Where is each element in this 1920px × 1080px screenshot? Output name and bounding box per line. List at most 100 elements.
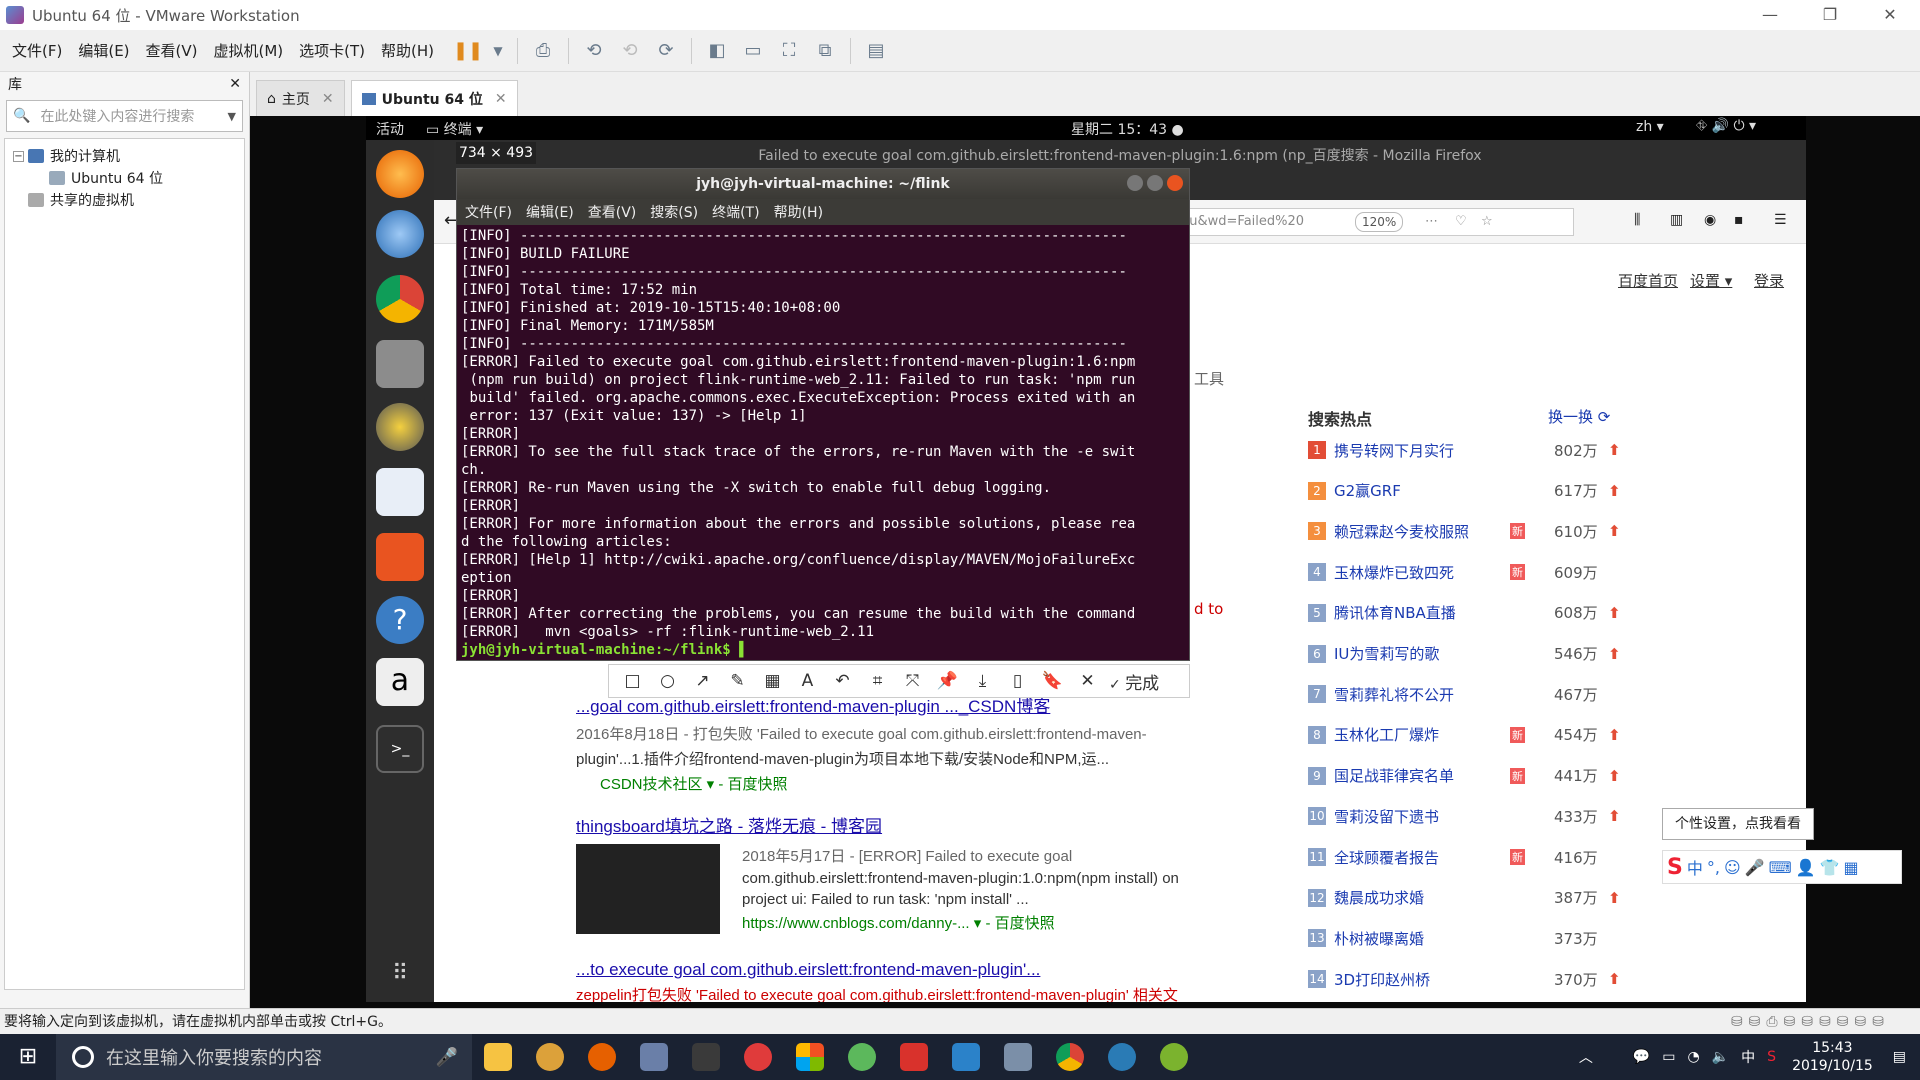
bookmark-icon[interactable]: 🔖 xyxy=(1035,671,1070,691)
language-indicator[interactable]: zh ▾ xyxy=(1636,119,1664,135)
hot-title[interactable]: IU为雪莉写的歌 xyxy=(1334,643,1504,664)
ime-indicator[interactable]: 中 xyxy=(1741,1047,1755,1067)
files-icon[interactable] xyxy=(376,340,424,388)
terminal-maximize-icon[interactable] xyxy=(1147,175,1163,191)
hamburger-menu-icon[interactable]: ☰ xyxy=(1774,212,1787,228)
hot-search-item[interactable]: 13 朴树被曝离婚 373万 xyxy=(1308,927,1618,949)
rectangle-icon[interactable]: □ xyxy=(615,671,650,691)
menu-tabs[interactable]: 选项卡(T) xyxy=(299,40,365,61)
result-1-source[interactable]: CSDN技术社区 ▾ - 百度快照 xyxy=(576,773,1196,794)
hot-title[interactable]: 携号转网下月实行 xyxy=(1334,440,1504,461)
refresh-link[interactable]: 换一换 ⟳ xyxy=(1548,406,1610,427)
tab-ubuntu-close-icon[interactable]: ✕ xyxy=(495,91,507,107)
thumbnail-view-icon[interactable]: ▭ xyxy=(740,38,766,64)
text-icon[interactable]: A xyxy=(790,671,825,691)
wifi-icon[interactable]: ◔ xyxy=(1688,1049,1700,1065)
snapshot-icon[interactable]: ⟲ xyxy=(581,38,607,64)
result-2-thumbnail[interactable] xyxy=(576,844,720,934)
baidu-home-link[interactable]: 百度首页 xyxy=(1618,270,1678,291)
menu-edit[interactable]: 编辑(E) xyxy=(78,40,129,61)
terminal-menu-file[interactable]: 文件(F) xyxy=(465,202,512,222)
arrow-icon[interactable]: ↗ xyxy=(685,671,720,691)
tab-home-close-icon[interactable]: ✕ xyxy=(322,91,334,107)
pin-icon[interactable]: 📌 xyxy=(930,671,965,691)
menu-help[interactable]: 帮助(H) xyxy=(381,40,434,61)
hot-search-item[interactable]: 3 赖冠霖赵今麦校服照新 610万 ⬆ xyxy=(1308,520,1621,542)
taskbar-app-2[interactable] xyxy=(524,1034,576,1080)
terminal-close-icon[interactable] xyxy=(1167,175,1183,191)
result-3-title[interactable]: ...to execute goal com.github.eirslett:f… xyxy=(576,960,1216,980)
pen-icon[interactable]: ✎ xyxy=(720,671,755,691)
taskbar-app-6[interactable] xyxy=(732,1034,784,1080)
taskbar-app-7[interactable] xyxy=(784,1034,836,1080)
notifications-icon[interactable]: ▤ xyxy=(1893,1049,1906,1065)
sogou-tray-icon[interactable]: S xyxy=(1767,1049,1776,1065)
hot-title[interactable]: G2赢GRF xyxy=(1334,480,1504,501)
hot-search-item[interactable]: 14 3D打印赵州桥 370万 ⬆ xyxy=(1308,968,1621,990)
punctuation-icon[interactable]: °, xyxy=(1707,858,1720,877)
chevron-up-icon[interactable]: ︿ xyxy=(1579,1047,1593,1067)
libreoffice-writer-icon[interactable] xyxy=(376,468,424,516)
terminal-output[interactable]: [INFO] ---------------------------------… xyxy=(457,225,1189,660)
url-bar[interactable]: du&wd=Failed%20 120% ⋯ ♡ ☆ xyxy=(1174,208,1574,236)
send-ctrl-alt-del-icon[interactable]: ⎙ xyxy=(530,38,556,64)
chevron-down-icon[interactable]: ▼ xyxy=(228,110,236,123)
undo-icon[interactable]: ↶ xyxy=(825,671,860,691)
hot-title[interactable]: 全球顾覆者报告 xyxy=(1334,847,1504,868)
hot-search-item[interactable]: 6 IU为雪莉写的歌 546万 ⬆ xyxy=(1308,643,1621,665)
pause-icon[interactable]: ❚❚ xyxy=(453,38,483,64)
snapshot-manager-icon[interactable]: ⟳ xyxy=(653,38,679,64)
hot-title[interactable]: 魏晨成功求婚 xyxy=(1334,887,1504,908)
volume-icon[interactable]: 🔈 xyxy=(1712,1049,1729,1065)
user-icon[interactable]: 👤 xyxy=(1796,858,1816,877)
wechat-tray-icon[interactable]: 💬 xyxy=(1633,1049,1650,1065)
hot-title[interactable]: 雪莉没留下遗书 xyxy=(1334,806,1504,827)
taskbar-explorer[interactable] xyxy=(472,1034,524,1080)
fullscreen-icon[interactable]: ⛶ xyxy=(776,38,802,64)
hot-title[interactable]: 玉林化工厂爆炸 xyxy=(1334,724,1504,745)
bookmark-star-icon[interactable]: ☆ xyxy=(1481,209,1493,235)
hot-search-item[interactable]: 4 玉林爆炸已致四死新 609万 xyxy=(1308,561,1618,583)
chevron-down-icon[interactable]: ▼ xyxy=(491,38,505,64)
terminal-menu-terminal[interactable]: 终端(T) xyxy=(712,202,759,222)
tree-item-my-computer[interactable]: − 我的计算机 xyxy=(13,145,236,167)
tab-home[interactable]: ⌂ 主页 ✕ xyxy=(256,80,345,116)
taskbar-firefox[interactable] xyxy=(576,1034,628,1080)
library-view-icon[interactable]: ◧ xyxy=(704,38,730,64)
hot-title[interactable]: 3D打印赵州桥 xyxy=(1334,969,1504,990)
mosaic-icon[interactable]: ▦ xyxy=(755,671,790,691)
hot-title[interactable]: 玉林爆炸已致四死 xyxy=(1334,562,1504,583)
hot-title[interactable]: 腾讯体育NBA直播 xyxy=(1334,602,1504,623)
baidu-settings-link[interactable]: 设置 ▾ xyxy=(1690,270,1732,291)
sogou-logo-icon[interactable]: S xyxy=(1667,855,1683,880)
taskbar-app-10[interactable] xyxy=(940,1034,992,1080)
tab-ubuntu[interactable]: Ubuntu 64 位 ✕ xyxy=(350,80,518,116)
amazon-icon[interactable]: a xyxy=(376,658,424,706)
library-icon[interactable]: ⫼ xyxy=(1634,212,1640,228)
start-button[interactable]: ⊞ xyxy=(0,1034,56,1080)
hot-search-item[interactable]: 7 雪莉葬礼将不公开 467万 xyxy=(1308,683,1618,705)
account-icon[interactable]: ◉ xyxy=(1704,212,1716,228)
page-actions-icon[interactable]: ⋯ xyxy=(1425,209,1438,235)
terminal-icon[interactable]: >_ xyxy=(376,725,424,773)
revert-snapshot-icon[interactable]: ⟲ xyxy=(617,38,643,64)
terminal-prompt[interactable]: jyh@jyh-virtual-machine:~/flink$ ▌ xyxy=(461,642,748,658)
taskbar-app-4[interactable] xyxy=(628,1034,680,1080)
result-2-source[interactable]: https://www.cnblogs.com/danny-... ▾ - 百度… xyxy=(742,912,1216,933)
hot-search-item[interactable]: 10 雪莉没留下遗书 433万 ⬆ xyxy=(1308,805,1621,827)
maximize-button[interactable]: ❐ xyxy=(1800,0,1860,30)
taskbar-vim[interactable] xyxy=(680,1034,732,1080)
voice-icon[interactable]: 🎤 xyxy=(1745,858,1765,877)
cancel-icon[interactable]: ✕ xyxy=(1070,671,1105,691)
hot-search-item[interactable]: 12 魏晨成功求婚 387万 ⬆ xyxy=(1308,887,1621,909)
terminal-title-bar[interactable]: jyh@jyh-virtual-machine: ~/flink xyxy=(457,169,1189,199)
hot-title[interactable]: 雪莉葬礼将不公开 xyxy=(1334,684,1504,705)
taskbar-youdao[interactable] xyxy=(888,1034,940,1080)
ocr-icon[interactable]: ⌗ xyxy=(860,671,895,691)
gnome-clock[interactable]: 星期二 15：43 ● xyxy=(1071,119,1184,139)
hot-search-item[interactable]: 5 腾讯体育NBA直播 608万 ⬆ xyxy=(1308,602,1621,624)
battery-icon[interactable]: ▭ xyxy=(1662,1049,1675,1065)
taskbar-app-8[interactable] xyxy=(836,1034,888,1080)
chrome-icon[interactable] xyxy=(376,275,424,323)
taskbar-wechat[interactable] xyxy=(1148,1034,1200,1080)
